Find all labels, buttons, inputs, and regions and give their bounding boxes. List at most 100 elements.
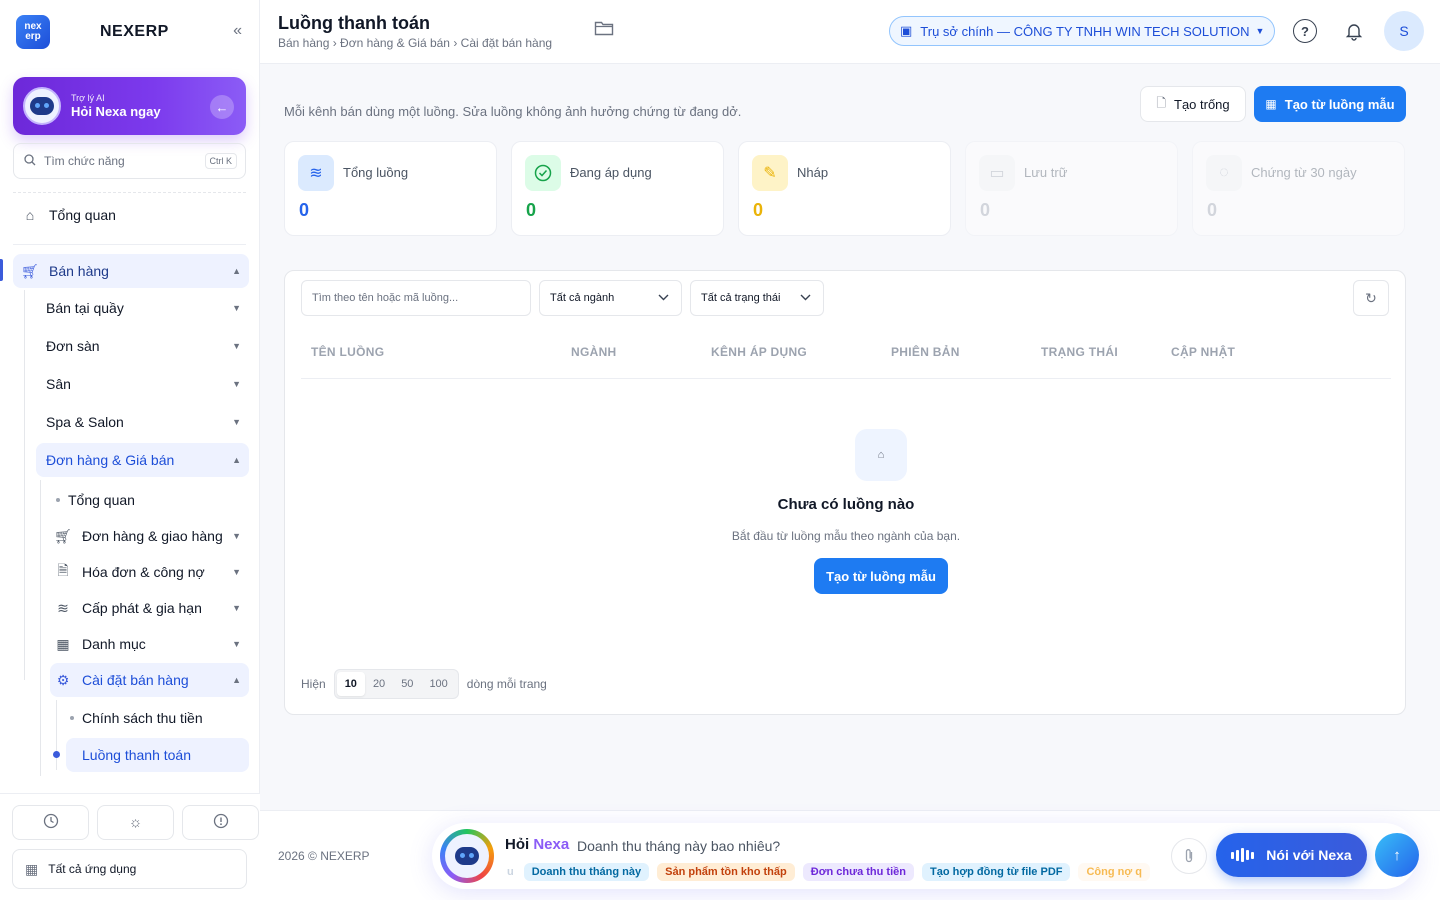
stat-card-active: Đang áp dụng 0	[511, 141, 724, 236]
soundwave-icon	[1231, 848, 1256, 862]
column-header[interactable]: NGÀNH	[571, 345, 617, 359]
sidebar-item-overview[interactable]: ⌂ Tổng quan	[13, 199, 246, 231]
sidebar-item-label: Bán tại quầy	[46, 300, 124, 316]
sidebar-item-label: Cấp phát & gia hạn	[82, 600, 202, 616]
column-header[interactable]: KÊNH ÁP DỤNG	[711, 345, 807, 359]
refresh-icon[interactable]: ↻	[1353, 280, 1389, 316]
page-size-20[interactable]: 20	[365, 672, 393, 696]
column-header[interactable]: TRẠNG THÁI	[1041, 345, 1118, 359]
history-button[interactable]	[12, 805, 89, 840]
sidebar-item-marketplace-orders[interactable]: Đơn sàn ▼	[36, 330, 249, 362]
stat-value: 0	[980, 200, 991, 220]
sidebar-item-label: Cài đặt bán hàng	[82, 672, 189, 688]
layers-icon: ≋	[57, 599, 69, 616]
empty-state-icon: ⌂	[855, 429, 907, 481]
page-size-10[interactable]: 10	[336, 672, 365, 696]
branch-selector[interactable]: ▣ Trụ sở chính — CÔNG TY TNHH WIN TECH S…	[889, 16, 1275, 46]
sidebar-item-catalog[interactable]: ▦ Danh mục ▼	[50, 628, 249, 660]
column-header[interactable]: TÊN LUỒNG	[311, 345, 384, 359]
chevron-down-icon: ▼	[232, 379, 241, 389]
stat-label: Tổng luồng	[343, 165, 409, 180]
store-icon: ▣	[900, 23, 913, 38]
ask-nexa-bar: Hỏi Nexa Doanh thu tháng này bao nhiêu? …	[432, 823, 1419, 889]
alert-icon	[213, 813, 229, 833]
ai-avatar	[23, 87, 61, 125]
ai-card-title: Hỏi Nexa ngay	[71, 104, 161, 119]
sidebar-item-orders-delivery[interactable]: 🛒︎ Đơn hàng & giao hàng ▼	[50, 520, 249, 552]
user-avatar[interactable]: S	[1384, 11, 1424, 51]
ai-assistant-card[interactable]: Trợ lý AI Hỏi Nexa ngay ←	[13, 77, 246, 135]
sidebar-item-sub-overview[interactable]: Tổng quan	[50, 484, 249, 516]
stat-label: Đang áp dụng	[570, 165, 652, 180]
sidebar-item-payment-flow[interactable]: Luồng thanh toán	[66, 738, 249, 772]
draft-icon: ✎	[752, 155, 788, 191]
sidebar-item-label: Sân	[46, 376, 71, 392]
sidebar-item-payment-policy[interactable]: Chính sách thu tiền	[66, 702, 249, 734]
sidebar-item-label: Chính sách thu tiền	[82, 710, 203, 726]
folder-icon[interactable]	[594, 20, 614, 41]
chevron-down-icon: ▼	[232, 531, 241, 541]
page-size-options: 10 20 50 100	[333, 669, 459, 699]
home-icon: ⌂	[25, 207, 35, 223]
flow-search-input[interactable]: Tìm theo tên hoặc mã luồng...	[301, 280, 531, 316]
column-header[interactable]: CẬP NHẬT	[1171, 345, 1235, 359]
theme-button[interactable]: ☼	[97, 805, 174, 840]
sidebar-item-court[interactable]: Sân ▼	[36, 368, 249, 400]
create-from-template-label: Tạo từ luồng mẫu	[1284, 96, 1395, 112]
sidebar-item-provisioning-renewal[interactable]: ≋ Cấp phát & gia hạn ▼	[50, 592, 249, 624]
industry-filter-value: Tất cả ngành	[550, 292, 615, 304]
gear-icon: ⚙	[56, 671, 70, 688]
column-header[interactable]: PHIÊN BẢN	[891, 345, 960, 359]
suggestion-chip[interactable]: Đơn chưa thu tiền	[802, 863, 914, 881]
page-size-100[interactable]: 100	[421, 672, 455, 696]
sidebar-item-pos[interactable]: Bán tại quầy ▼	[36, 292, 249, 324]
logo-text-bottom: erp	[25, 31, 41, 42]
ask-nexa-input[interactable]: Doanh thu tháng này bao nhiêu?	[577, 838, 780, 854]
suggestion-chip[interactable]: Công nợ q	[1078, 863, 1150, 881]
create-blank-button[interactable]: 🗋 Tạo trống	[1140, 86, 1246, 122]
stat-label: Lưu trữ	[1024, 165, 1068, 180]
send-arrow-icon[interactable]: ↑	[1375, 833, 1419, 877]
sidebar-item-spa-salon[interactable]: Spa & Salon ▼	[36, 406, 249, 438]
paperclip-icon[interactable]	[1171, 838, 1207, 874]
sidebar-item-sales-settings[interactable]: ⚙ Cài đặt bán hàng ▲	[50, 663, 249, 697]
industry-filter[interactable]: Tất cả ngành	[539, 280, 682, 316]
report-button[interactable]	[182, 805, 259, 840]
sun-icon: ☼	[128, 814, 143, 831]
brand[interactable]: nex erp NEXERP «	[16, 14, 252, 50]
sidebar-item-label: Đơn hàng & Giá bán	[46, 452, 175, 468]
sidebar-toolbar: ☼ ▦ Tất cả ứng dụng	[0, 793, 260, 900]
active-marker	[0, 259, 3, 281]
empty-create-from-template-button[interactable]: Tạo từ luồng mẫu	[814, 558, 948, 594]
ai-card-subtitle: Trợ lý AI	[71, 93, 105, 103]
collapse-sidebar-icon[interactable]: «	[233, 22, 242, 40]
suggestion-chip[interactable]: Sản phẩm tồn kho thấp	[657, 863, 795, 881]
cart-icon: 🛒︎	[54, 527, 72, 544]
stat-value: 0	[299, 200, 310, 220]
ask-title-word: Hỏi	[505, 836, 530, 853]
suggestion-chip[interactable]: u	[505, 863, 516, 881]
breadcrumb[interactable]: Bán hàng › Đơn hàng & Giá bán › Cài đặt …	[278, 36, 552, 50]
arrow-left-icon[interactable]: ←	[210, 95, 234, 119]
suggestion-chip[interactable]: Tạo hợp đồng từ file PDF	[921, 863, 1071, 881]
sidebar-item-invoices-debt[interactable]: 🗎 Hóa đơn & công nợ ▼	[50, 556, 249, 588]
nexa-avatar[interactable]	[440, 829, 494, 883]
sidebar-item-sales[interactable]: 🛒︎ Bán hàng ▲	[13, 254, 249, 288]
bell-icon[interactable]	[1342, 19, 1366, 43]
template-icon: ▦	[1265, 97, 1277, 111]
pager-suffix: dòng mỗi trang	[466, 677, 547, 691]
sidebar-item-orders-pricing[interactable]: Đơn hàng & Giá bán ▲	[36, 443, 249, 477]
create-from-template-button[interactable]: ▦ Tạo từ luồng mẫu	[1254, 86, 1406, 122]
ask-title-brand: Nexa	[533, 836, 570, 853]
sidebar-item-label: Đơn hàng & giao hàng	[82, 528, 223, 544]
suggestion-chip[interactable]: Doanh thu tháng này	[523, 863, 650, 881]
talk-to-nexa-button[interactable]: Nói với Nexa	[1216, 833, 1367, 877]
help-icon[interactable]: ?	[1293, 19, 1317, 43]
all-apps-button[interactable]: ▦ Tất cả ứng dụng	[12, 849, 247, 889]
tree-line	[24, 290, 25, 680]
page-size-50[interactable]: 50	[393, 672, 421, 696]
status-filter[interactable]: Tất cả trạng thái	[690, 280, 824, 316]
sidebar-item-label: Tổng quan	[68, 492, 135, 508]
pager-prefix: Hiện	[301, 677, 326, 691]
feature-search-input[interactable]: Tìm chức năng Ctrl K	[13, 143, 246, 179]
